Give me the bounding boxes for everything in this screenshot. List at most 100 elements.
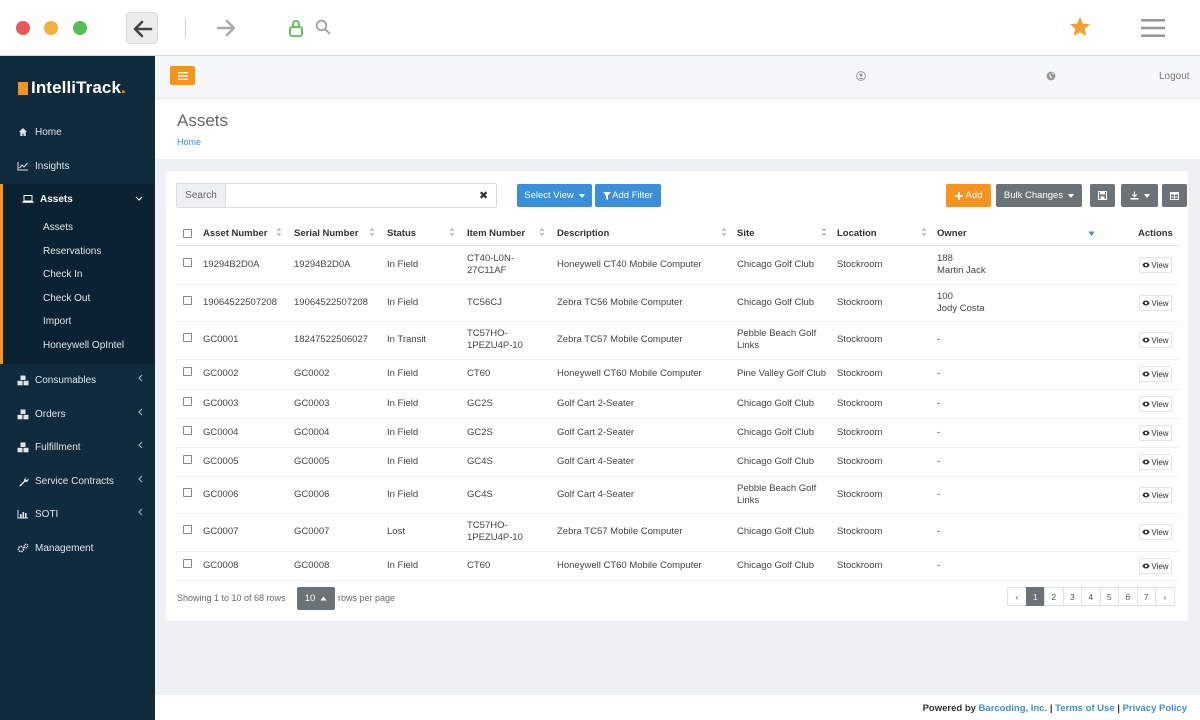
view-button[interactable]: View [1139, 257, 1172, 273]
clear-search-icon[interactable]: ✖ [479, 189, 488, 202]
terms-of-use-link[interactable]: Terms of Use [1055, 703, 1114, 714]
columns-button[interactable] [1162, 184, 1187, 207]
row-checkbox[interactable] [183, 525, 192, 534]
col-item-number[interactable]: Item Number [467, 228, 525, 239]
line-chart-icon [17, 160, 29, 172]
sort-desc-icon [1088, 231, 1095, 236]
pagination-info: Showing 1 to 10 of 68 rows [177, 593, 286, 603]
subnav-item-check-in[interactable]: Check In [43, 269, 82, 280]
cell-description: Zebra TC57 Mobile Computer [557, 526, 683, 537]
col-status[interactable]: Status [387, 228, 416, 239]
cell-site-line: Links [737, 495, 760, 506]
export-button[interactable] [1121, 184, 1158, 207]
add-filter-label: Add Filter [612, 190, 653, 201]
row-checkbox[interactable] [183, 258, 192, 267]
row-checkbox[interactable] [183, 397, 192, 406]
cell-asset-number: GC0006 [203, 489, 239, 500]
window-maximize-button[interactable] [73, 21, 87, 35]
page-3-button[interactable]: 3 [1062, 587, 1082, 606]
page-7-button[interactable]: 7 [1136, 587, 1156, 606]
next-page-button[interactable]: › [1155, 587, 1175, 606]
page-5-button[interactable]: 5 [1099, 587, 1119, 606]
page-2-button[interactable]: 2 [1044, 587, 1064, 606]
save-view-button[interactable] [1090, 184, 1115, 207]
view-button[interactable]: View [1139, 425, 1172, 441]
brand-logo[interactable]: IntelliTrack . [18, 78, 126, 98]
row-checkbox[interactable] [183, 455, 192, 464]
view-button[interactable]: View [1139, 524, 1172, 540]
col-actions: Actions [1138, 228, 1173, 239]
sidebar-item-orders[interactable]: Orders [0, 399, 155, 429]
view-button[interactable]: View [1139, 332, 1172, 348]
subnav-item-check-out[interactable]: Check Out [43, 293, 90, 304]
page-6-button[interactable]: 6 [1118, 587, 1138, 606]
cell-owner: - [937, 398, 940, 410]
breadcrumb-home-link[interactable]: Home [177, 137, 201, 147]
cell-item-number-line: GC4S [467, 489, 493, 500]
star-icon[interactable] [1068, 15, 1092, 39]
select-all-checkbox[interactable] [183, 229, 192, 238]
hamburger-icon[interactable] [1140, 18, 1166, 38]
col-asset-number[interactable]: Asset Number [203, 228, 267, 239]
view-label: View [1151, 490, 1169, 500]
col-location[interactable]: Location [837, 228, 877, 239]
table-row: 19294B2D0A 19294B2D0A In Field CT40-L0N- 27C… [176, 247, 1179, 285]
subnav-item-honeywell-opintel[interactable]: Honeywell OpIntel [43, 340, 124, 351]
add-button[interactable]: Add [946, 184, 991, 207]
sidebar-item-soti[interactable]: SOTI [0, 499, 155, 529]
view-button[interactable]: View [1139, 487, 1172, 503]
subnav-item-reservations[interactable]: Reservations [43, 246, 101, 257]
cell-asset-number: GC0002 [203, 368, 239, 379]
sidebar-item-insights[interactable]: Insights [0, 151, 155, 181]
row-checkbox[interactable] [183, 296, 192, 305]
page-1-button[interactable]: 1 [1025, 587, 1045, 606]
row-checkbox[interactable] [183, 333, 192, 342]
col-owner[interactable]: Owner [937, 228, 967, 239]
eye-icon [1142, 401, 1151, 407]
row-checkbox[interactable] [183, 426, 192, 435]
browser-forward-button[interactable] [210, 12, 242, 44]
cell-item-number-line: TC56CJ [467, 297, 502, 308]
toolbar-separator [185, 18, 186, 38]
sidebar-item-service-contracts[interactable]: Service Contracts [0, 466, 155, 496]
sidebar-item-assets[interactable]: Assets [0, 184, 155, 214]
toggle-sidebar-button[interactable] [170, 66, 195, 85]
cell-asset-number: GC0007 [203, 526, 239, 537]
logout-link[interactable]: Logout [1159, 71, 1190, 82]
prev-page-button[interactable]: ‹ [1007, 587, 1027, 606]
col-description[interactable]: Description [557, 228, 609, 239]
window-close-button[interactable] [16, 21, 30, 35]
company-link[interactable]: Barcoding, Inc. [979, 703, 1048, 714]
sort-icon [276, 227, 282, 237]
subnav-item-import[interactable]: Import [43, 316, 71, 327]
add-filter-button[interactable]: Add Filter [595, 184, 661, 207]
sidebar-item-consumables[interactable]: Consumables [0, 365, 155, 395]
chevron-left-icon [137, 475, 143, 485]
search-icon[interactable] [315, 19, 331, 35]
col-serial-number[interactable]: Serial Number [294, 228, 358, 239]
view-button[interactable]: View [1139, 366, 1172, 382]
window-minimize-button[interactable] [44, 21, 58, 35]
view-button[interactable]: View [1139, 454, 1172, 470]
sidebar-item-fulfillment[interactable]: Fulfillment [0, 432, 155, 462]
search-input[interactable] [227, 186, 467, 205]
row-checkbox[interactable] [183, 488, 192, 497]
privacy-policy-link[interactable]: Privacy Policy [1123, 703, 1187, 714]
page-size-dropdown[interactable]: 10 [297, 587, 335, 610]
view-button[interactable]: View [1139, 295, 1172, 311]
sidebar-item-home[interactable]: Home [0, 117, 155, 147]
row-checkbox[interactable] [183, 559, 192, 568]
globe-icon[interactable] [1046, 71, 1056, 81]
select-view-button[interactable]: Select View [517, 184, 592, 207]
col-site[interactable]: Site [737, 228, 754, 239]
cell-description: Honeywell CT40 Mobile Computer [557, 259, 702, 270]
browser-back-button[interactable] [126, 12, 158, 44]
view-button[interactable]: View [1139, 396, 1172, 412]
subnav-item-assets[interactable]: Assets [43, 222, 73, 233]
sidebar-item-management[interactable]: Management [0, 533, 155, 563]
user-icon[interactable] [856, 71, 866, 81]
page-4-button[interactable]: 4 [1081, 587, 1101, 606]
bulk-changes-button[interactable]: Bulk Changes [996, 184, 1082, 207]
view-button[interactable]: View [1139, 558, 1172, 574]
row-checkbox[interactable] [183, 367, 192, 376]
